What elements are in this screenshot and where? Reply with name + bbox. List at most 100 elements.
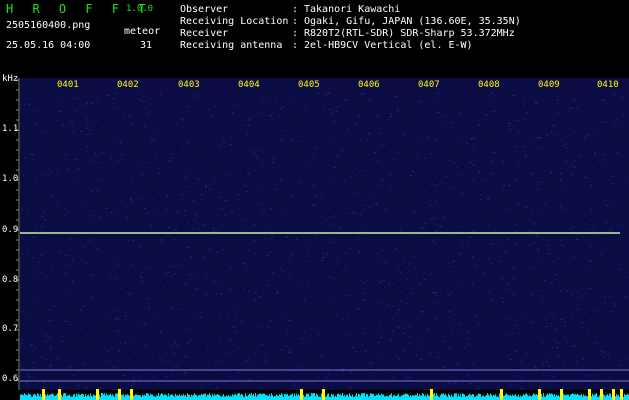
noise-speck bbox=[548, 253, 551, 255]
noise-speck bbox=[349, 294, 352, 296]
noise-speck bbox=[66, 169, 69, 171]
level-peak bbox=[130, 389, 133, 400]
level-bar bbox=[467, 396, 468, 400]
noise-speck bbox=[458, 113, 461, 115]
noise-speck bbox=[131, 103, 134, 105]
level-bar bbox=[464, 394, 465, 400]
noise-speck bbox=[380, 95, 383, 97]
level-bar bbox=[352, 394, 353, 400]
noise-speck bbox=[391, 306, 394, 308]
level-bar bbox=[451, 394, 452, 400]
noise-speck bbox=[231, 149, 234, 151]
noise-speck bbox=[155, 153, 158, 155]
noise-speck bbox=[342, 367, 345, 369]
noise-speck bbox=[219, 144, 222, 146]
noise-speck bbox=[77, 168, 80, 170]
noise-speck bbox=[530, 294, 533, 296]
noise-speck bbox=[467, 343, 470, 345]
noise-speck bbox=[502, 278, 505, 280]
level-bar bbox=[591, 396, 592, 400]
noise-speck bbox=[85, 387, 88, 389]
noise-speck bbox=[583, 313, 586, 315]
noise-speck bbox=[510, 384, 513, 386]
noise-speck bbox=[403, 134, 406, 136]
noise-speck bbox=[276, 292, 279, 294]
noise-speck bbox=[141, 283, 144, 284]
noise-speck bbox=[266, 326, 269, 328]
noise-speck bbox=[389, 174, 392, 175]
noise-speck bbox=[537, 262, 540, 264]
noise-speck bbox=[327, 92, 330, 94]
level-bar bbox=[374, 396, 375, 400]
noise-speck bbox=[610, 202, 613, 204]
noise-speck bbox=[379, 327, 382, 329]
noise-speck bbox=[26, 373, 29, 375]
noise-speck bbox=[249, 109, 252, 110]
noise-speck bbox=[228, 376, 231, 378]
level-bar bbox=[277, 395, 278, 400]
noise-speck bbox=[25, 98, 28, 99]
noise-speck bbox=[329, 225, 332, 226]
noise-speck bbox=[556, 347, 559, 348]
level-bar bbox=[279, 394, 280, 400]
noise-speck bbox=[402, 260, 405, 261]
noise-speck bbox=[542, 238, 545, 240]
noise-speck bbox=[507, 142, 510, 144]
noise-speck bbox=[408, 336, 411, 338]
noise-speck bbox=[524, 206, 526, 208]
noise-speck bbox=[231, 212, 234, 214]
noise-speck bbox=[501, 245, 504, 246]
noise-speck bbox=[367, 270, 370, 272]
noise-speck bbox=[573, 345, 576, 346]
level-bar bbox=[520, 395, 521, 400]
noise-speck bbox=[262, 208, 265, 210]
noise-speck bbox=[552, 126, 555, 128]
level-bar bbox=[185, 394, 186, 400]
level-bar bbox=[361, 393, 362, 400]
noise-speck bbox=[123, 374, 126, 376]
noise-speck bbox=[150, 140, 153, 142]
noise-speck bbox=[195, 272, 198, 274]
noise-speck bbox=[317, 376, 320, 378]
noise-speck bbox=[408, 377, 411, 379]
noise-speck bbox=[49, 349, 52, 351]
noise-speck bbox=[353, 212, 356, 214]
noise-speck bbox=[175, 229, 178, 231]
level-bar bbox=[355, 395, 356, 400]
level-bar bbox=[344, 394, 345, 400]
noise-speck bbox=[584, 176, 587, 178]
noise-speck bbox=[271, 161, 274, 163]
noise-speck bbox=[560, 173, 563, 175]
noise-speck bbox=[378, 321, 381, 323]
level-bar bbox=[604, 395, 605, 400]
noise-speck bbox=[193, 220, 196, 222]
noise-speck bbox=[108, 278, 111, 280]
level-peak bbox=[322, 389, 325, 400]
noise-speck bbox=[52, 176, 54, 178]
noise-speck bbox=[349, 387, 352, 389]
noise-speck bbox=[172, 158, 175, 159]
level-bar bbox=[452, 396, 453, 400]
noise-speck bbox=[143, 126, 146, 128]
noise-speck bbox=[567, 110, 569, 112]
level-bar bbox=[176, 395, 177, 400]
level-bar bbox=[149, 395, 150, 400]
level-bar bbox=[340, 394, 341, 400]
noise-speck bbox=[342, 181, 345, 183]
noise-speck bbox=[564, 161, 567, 163]
noise-speck bbox=[491, 299, 494, 301]
noise-speck bbox=[146, 213, 149, 215]
level-bar bbox=[454, 393, 455, 400]
noise-speck bbox=[417, 164, 420, 166]
noise-speck bbox=[48, 309, 51, 311]
noise-speck bbox=[180, 264, 183, 266]
noise-speck bbox=[435, 230, 438, 232]
noise-speck bbox=[434, 293, 437, 295]
level-bar bbox=[365, 396, 366, 400]
noise-speck bbox=[65, 320, 68, 322]
level-bar bbox=[504, 395, 505, 400]
level-bar bbox=[77, 395, 78, 400]
noise-speck bbox=[461, 192, 463, 194]
noise-speck bbox=[314, 147, 317, 149]
noise-speck bbox=[471, 284, 474, 286]
